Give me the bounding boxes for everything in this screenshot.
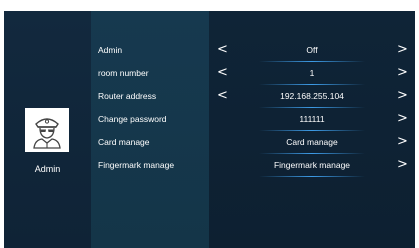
- labels-panel: Admin room number Router address Change …: [91, 11, 209, 248]
- row-divider: [259, 130, 365, 131]
- row-divider: [259, 61, 365, 62]
- room-number-value[interactable]: 1: [233, 65, 391, 81]
- row-divider: [259, 153, 365, 154]
- security-guard-avatar-icon: [25, 108, 69, 152]
- label-admin: Admin: [98, 45, 123, 55]
- admin-value[interactable]: Off: [233, 42, 391, 58]
- previous-arrow-icon[interactable]: <: [217, 42, 228, 58]
- setting-row-admin: < Off >: [209, 42, 415, 62]
- setting-row-router-address: < 192.168.255.104 >: [209, 88, 415, 108]
- next-arrow-icon[interactable]: >: [397, 65, 408, 81]
- profile-name: Admin: [34, 164, 61, 174]
- setting-row-change-password: 111111 >: [209, 111, 415, 131]
- fingermark-manage-value[interactable]: Fingermark manage: [233, 157, 391, 173]
- router-address-value[interactable]: 192.168.255.104: [233, 88, 391, 104]
- row-divider: [259, 107, 365, 108]
- card-manage-value[interactable]: Card manage: [233, 134, 391, 150]
- change-password-value[interactable]: 111111: [233, 111, 391, 127]
- setting-row-card-manage: Card manage >: [209, 134, 415, 154]
- next-arrow-icon[interactable]: >: [397, 134, 408, 150]
- settings-screen: Admin Admin room number Router address C…: [4, 11, 415, 248]
- row-divider: [259, 84, 365, 85]
- label-change-password: Change password: [98, 114, 167, 124]
- next-arrow-icon[interactable]: >: [397, 111, 408, 127]
- label-room-number: room number: [98, 68, 149, 78]
- setting-row-room-number: < 1 >: [209, 65, 415, 85]
- previous-arrow-icon[interactable]: <: [217, 88, 228, 104]
- next-arrow-icon[interactable]: >: [397, 157, 408, 173]
- next-arrow-icon[interactable]: >: [397, 88, 408, 104]
- next-arrow-icon[interactable]: >: [397, 42, 408, 58]
- profile-panel: Admin: [4, 11, 91, 248]
- previous-arrow-icon[interactable]: <: [217, 65, 228, 81]
- label-fingermark-manage: Fingermark manage: [98, 160, 175, 170]
- row-divider: [259, 176, 365, 177]
- label-card-manage: Card manage: [98, 137, 150, 147]
- label-router-address: Router address: [98, 91, 157, 101]
- setting-row-fingermark-manage: Fingermark manage >: [209, 157, 415, 177]
- avatar[interactable]: [25, 108, 69, 152]
- values-panel: < Off > < 1 > < 192.168.255.104 > 111111…: [209, 11, 415, 248]
